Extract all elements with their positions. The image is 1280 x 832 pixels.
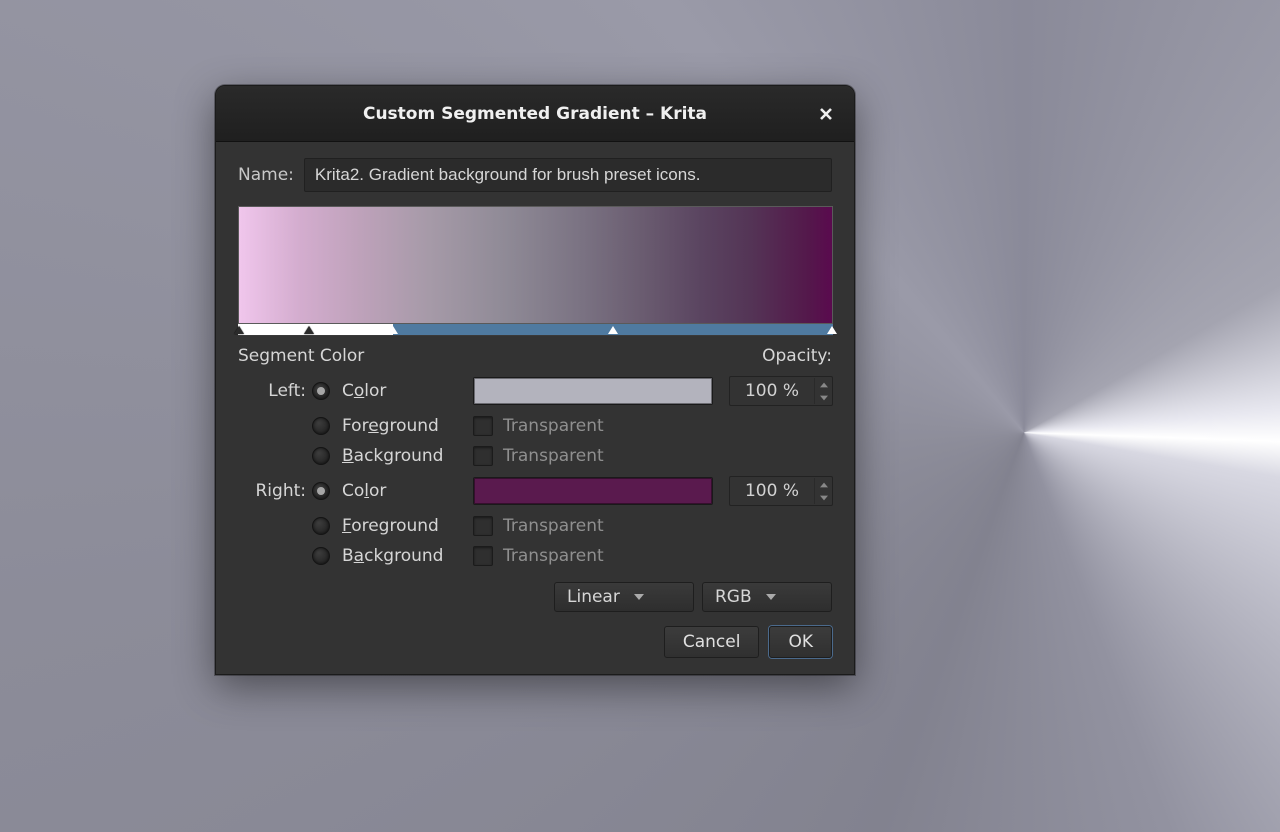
dialog-body: Name: Segment Color Opacity: Left: Color… bbox=[216, 142, 854, 674]
right-label: Right: bbox=[238, 481, 312, 501]
gradient-dialog: Custom Segmented Gradient – Krita Name: … bbox=[215, 85, 855, 675]
chevron-down-icon bbox=[766, 594, 776, 600]
stop-handle-icon[interactable] bbox=[388, 326, 398, 334]
interpolation-combo[interactable]: Linear bbox=[554, 582, 694, 612]
spinner-down-icon[interactable] bbox=[815, 391, 832, 404]
dialog-title: Custom Segmented Gradient – Krita bbox=[363, 104, 707, 124]
left-opacity-value: 100 % bbox=[730, 381, 814, 401]
right-fg-transparent-checkbox[interactable] bbox=[473, 516, 493, 536]
left-bg-transparent-label: Transparent bbox=[503, 446, 604, 466]
left-label: Left: bbox=[238, 381, 312, 401]
right-foreground-radio[interactable] bbox=[312, 517, 330, 535]
left-fg-transparent-checkbox[interactable] bbox=[473, 416, 493, 436]
button-row: Cancel OK bbox=[238, 626, 832, 658]
close-button[interactable] bbox=[812, 100, 840, 128]
segment-strip[interactable] bbox=[238, 324, 833, 336]
left-background-radio[interactable] bbox=[312, 447, 330, 465]
name-label: Name: bbox=[238, 165, 294, 185]
mid-handle-icon[interactable] bbox=[304, 326, 314, 334]
segment-grid: Left: Color 100 % Foreground Transparent bbox=[238, 376, 832, 566]
stop-handle-icon[interactable] bbox=[234, 326, 244, 334]
segment-color-label: Segment Color bbox=[238, 346, 364, 366]
left-foreground-radio[interactable] bbox=[312, 417, 330, 435]
colorspace-combo[interactable]: RGB bbox=[702, 582, 832, 612]
gradient-preview[interactable] bbox=[238, 206, 833, 324]
name-input[interactable] bbox=[304, 158, 832, 192]
titlebar[interactable]: Custom Segmented Gradient – Krita bbox=[216, 86, 854, 142]
right-background-option[interactable]: Background bbox=[334, 546, 469, 566]
right-opacity-spinner[interactable]: 100 % bbox=[729, 476, 833, 506]
left-bg-transparent-checkbox[interactable] bbox=[473, 446, 493, 466]
right-color-radio[interactable] bbox=[312, 482, 330, 500]
spinner-up-icon[interactable] bbox=[815, 378, 832, 391]
chevron-down-icon bbox=[634, 594, 644, 600]
right-bg-transparent-checkbox[interactable] bbox=[473, 546, 493, 566]
right-fg-transparent-label: Transparent bbox=[503, 516, 604, 536]
left-fg-transparent-label: Transparent bbox=[503, 416, 604, 436]
section-headers: Segment Color Opacity: bbox=[238, 346, 832, 366]
spinner-down-icon[interactable] bbox=[815, 491, 832, 504]
mid-handle-icon[interactable] bbox=[608, 326, 618, 334]
close-icon bbox=[818, 106, 834, 122]
combo-row: Linear RGB bbox=[238, 582, 832, 612]
gradient-area bbox=[238, 206, 832, 336]
name-row: Name: bbox=[238, 158, 832, 192]
stop-handle-icon[interactable] bbox=[827, 326, 837, 334]
interpolation-value: Linear bbox=[567, 587, 620, 607]
spinner-up-icon[interactable] bbox=[815, 478, 832, 491]
right-background-radio[interactable] bbox=[312, 547, 330, 565]
left-opacity-spinner[interactable]: 100 % bbox=[729, 376, 833, 406]
opacity-label: Opacity: bbox=[762, 346, 832, 366]
cancel-button[interactable]: Cancel bbox=[664, 626, 760, 658]
ok-button[interactable]: OK bbox=[769, 626, 832, 658]
left-color-swatch[interactable] bbox=[473, 377, 713, 405]
right-color-option[interactable]: Color bbox=[334, 481, 469, 501]
left-color-option[interactable]: Color bbox=[334, 381, 469, 401]
left-foreground-option[interactable]: Foreground bbox=[334, 416, 469, 436]
right-foreground-option[interactable]: Foreground bbox=[334, 516, 469, 536]
left-color-radio[interactable] bbox=[312, 382, 330, 400]
colorspace-value: RGB bbox=[715, 587, 752, 607]
right-opacity-value: 100 % bbox=[730, 481, 814, 501]
right-bg-transparent-label: Transparent bbox=[503, 546, 604, 566]
left-background-option[interactable]: Background bbox=[334, 446, 469, 466]
right-color-swatch[interactable] bbox=[473, 477, 713, 505]
